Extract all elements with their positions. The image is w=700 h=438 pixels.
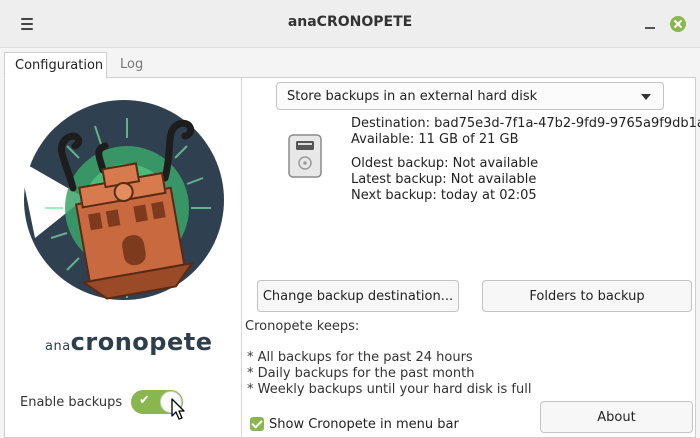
- brand-prefix: ana: [45, 339, 71, 354]
- destination-info: Destination: bad75e3d-7f1a-47b2-9fd9-976…: [351, 116, 700, 204]
- minimize-icon[interactable]: [642, 16, 658, 32]
- next-backup: Next backup: today at 02:05: [351, 188, 537, 203]
- latest-backup: Latest backup: Not available: [351, 172, 537, 187]
- enable-backups-toggle[interactable]: ✔: [131, 390, 183, 414]
- panel-divider: [241, 78, 242, 438]
- retention-item: * Weekly backups until your hard disk is…: [247, 382, 532, 397]
- enable-backups-label: Enable backups: [20, 395, 123, 410]
- dropdown-arrow-icon: [641, 94, 651, 100]
- retention-item: * All backups for the past 24 hours: [247, 350, 473, 365]
- cronopete-time-machine-logo-icon: [19, 100, 224, 300]
- backup-target-dropdown[interactable]: Store backups in an external hard disk: [276, 82, 664, 110]
- backup-target-selected: Store backups in an external hard disk: [287, 89, 538, 104]
- toggle-knob: [160, 391, 182, 413]
- about-button[interactable]: About: [540, 401, 693, 433]
- brand-name: cronopete: [70, 328, 213, 356]
- oldest-backup: Oldest backup: Not available: [351, 156, 539, 171]
- retention-item: * Daily backups for the past month: [247, 366, 475, 381]
- show-in-menu-bar-label: Show Cronopete in menu bar: [269, 416, 459, 432]
- app-window: anaCRONOPETE Configuration Log ana crono…: [0, 0, 700, 438]
- destination-id: Destination: bad75e3d-7f1a-47b2-9fd9-976…: [351, 116, 700, 131]
- available-space: Available: 11 GB of 21 GB: [351, 132, 519, 147]
- tab-configuration[interactable]: Configuration: [4, 52, 107, 79]
- hard-disk-icon: [288, 134, 322, 178]
- retention-list: * All backups for the past 24 hours * Da…: [247, 350, 531, 398]
- tab-bar: Configuration Log: [0, 48, 700, 79]
- show-in-menu-bar-option[interactable]: Show Cronopete in menu bar: [250, 416, 459, 432]
- change-destination-button[interactable]: Change backup destination...: [257, 280, 459, 312]
- brand-wordmark: ana cronopete: [45, 328, 212, 358]
- show-in-menu-bar-checkbox[interactable]: [250, 417, 264, 431]
- folders-to-backup-button[interactable]: Folders to backup: [482, 280, 692, 312]
- close-icon[interactable]: [670, 16, 686, 32]
- tab-log[interactable]: Log: [110, 52, 153, 79]
- configuration-panel: ana cronopete Enable backups ✔ Store bac…: [4, 77, 700, 438]
- keeps-heading: Cronopete keeps:: [245, 319, 360, 334]
- check-icon: ✔: [139, 393, 150, 408]
- window-title: anaCRONOPETE: [287, 14, 413, 30]
- title-bar: anaCRONOPETE: [0, 0, 700, 48]
